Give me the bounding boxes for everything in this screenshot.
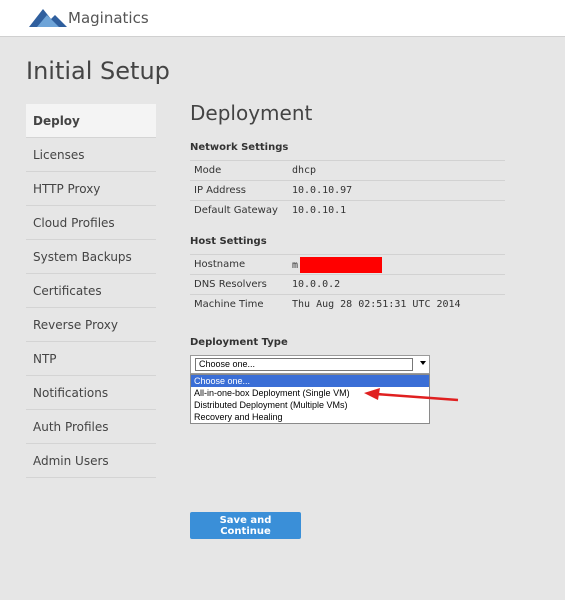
host-settings-title: Host Settings [190,236,267,247]
row-value: Thu Aug 28 02:51:31 UTC 2014 [292,299,461,311]
dropdown-option[interactable]: Recovery and Healing [191,411,429,423]
sidebar-item-auth-profiles[interactable]: Auth Profiles [26,410,156,444]
annotation-arrow-icon [364,388,459,402]
sidebar-item-deploy[interactable]: Deploy [26,104,156,138]
row-key: DNS Resolvers [194,279,267,290]
sidebar-item-admin-users[interactable]: Admin Users [26,444,156,478]
row-value: 10.0.10.1 [292,205,347,217]
redaction-box [300,256,383,273]
host-settings-table: Hostname m DNS Resolvers 10.0.0.2 Machin… [190,254,505,315]
sidebar-item-notifications[interactable]: Notifications [26,376,156,410]
sidebar-item-cloud-profiles[interactable]: Cloud Profiles [26,206,156,240]
row-key: Machine Time [194,299,264,311]
sidebar-item-certificates[interactable]: Certificates [26,274,156,308]
deployment-type-label: Deployment Type [190,337,288,348]
row-value: 10.0.10.97 [292,185,353,196]
sidebar-item-licenses[interactable]: Licenses [26,138,156,172]
network-settings-title: Network Settings [190,142,289,153]
row-key: Hostname [194,259,246,270]
row-value: dhcp [292,165,317,176]
logo-text: Maginatics [68,9,149,27]
sidebar-item-ntp[interactable]: NTP [26,342,156,376]
chevron-down-icon[interactable] [420,361,426,365]
row-value: m [291,255,505,275]
row-key: Mode [194,165,222,176]
hostname-value: m [292,259,299,271]
table-row: Machine Time Thu Aug 28 02:51:31 UTC 201… [190,294,505,315]
table-row: Hostname m [190,254,505,275]
table-row: DNS Resolvers 10.0.0.2 [190,274,505,295]
table-row: Mode dhcp [190,160,505,181]
row-key: Default Gateway [194,205,278,217]
top-bar: Maginatics [0,0,565,37]
sidebar-nav: Deploy Licenses HTTP Proxy Cloud Profile… [26,104,156,478]
row-key: IP Address [194,185,246,196]
page-title: Initial Setup [26,57,170,85]
sidebar-item-http-proxy[interactable]: HTTP Proxy [26,172,156,206]
save-and-continue-button[interactable]: Save and Continue [190,512,301,539]
table-row: Default Gateway 10.0.10.1 [190,200,505,221]
network-settings-table: Mode dhcp IP Address 10.0.10.97 Default … [190,160,505,221]
deployment-type-select[interactable]: Choose one... [190,355,430,374]
section-title: Deployment [190,101,313,125]
table-row: IP Address 10.0.10.97 [190,180,505,201]
sidebar-item-system-backups[interactable]: System Backups [26,240,156,274]
sidebar-item-reverse-proxy[interactable]: Reverse Proxy [26,308,156,342]
select-value: Choose one... [195,358,413,371]
row-value: 10.0.0.2 [292,279,341,290]
mountain-logo-icon [29,9,67,27]
